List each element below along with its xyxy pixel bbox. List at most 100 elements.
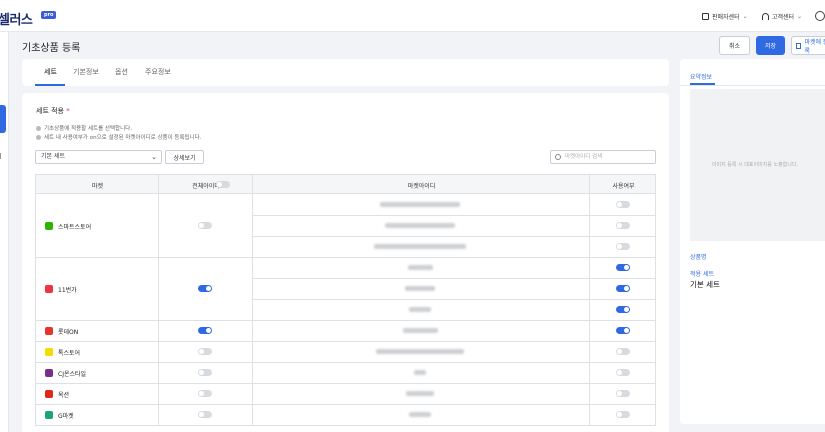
market-name-text: CJ온스타일 <box>58 370 87 378</box>
info-icon <box>36 134 41 140</box>
action-buttons: 취소 저장 마켓에 등록 <box>719 36 825 55</box>
section-title-text: 세트 적용 <box>36 107 64 115</box>
customer-center-menu[interactable]: 고객센터 ⌄ <box>762 12 802 21</box>
table-header: 마켓 전체아이디 마켓아이디 사용여부 <box>35 174 656 194</box>
row-divider <box>252 215 656 216</box>
image-hint: 이미지 등록 시 대표이미지를 노출합니다. <box>711 162 799 168</box>
lotteon-icon <box>45 327 53 335</box>
market-name-text: 롯데ON <box>58 328 79 336</box>
use-toggle[interactable] <box>616 264 630 271</box>
summary-panel: 요약정보 이미지 등록 시 대표이미지를 노출합니다. 상품명 적용 세트 기본… <box>680 59 825 424</box>
group-divider <box>35 257 656 258</box>
save-button[interactable]: 저장 <box>756 36 785 55</box>
tab-options[interactable]: 옵션 <box>115 67 128 77</box>
group-divider <box>35 425 656 426</box>
tab-basic-info[interactable]: 기본정보 <box>73 67 99 77</box>
note-text: 세트 내 사용여부가 on으로 설정된 마켓아이디로 상품이 등록됩니다. <box>44 135 202 141</box>
market-id-value <box>414 370 426 375</box>
set-select-value: 기본 세트 <box>41 153 65 160</box>
section-title: 세트 적용 * <box>36 106 70 116</box>
logo[interactable]: 셀러스 <box>0 9 33 28</box>
note-1: 기초상품에 적용할 세트를 선택합니다. <box>36 124 132 132</box>
use-toggle[interactable] <box>616 390 630 397</box>
all-ids-toggle[interactable] <box>198 348 212 355</box>
rail-item[interactable] <box>0 153 4 159</box>
market-id-value <box>380 202 460 207</box>
tab-key-info[interactable]: 주요정보 <box>145 67 171 77</box>
market-id-value <box>405 286 435 291</box>
use-toggle[interactable] <box>616 369 630 376</box>
row-divider <box>252 236 656 237</box>
headset-icon <box>762 13 769 20</box>
col-divider <box>35 174 36 425</box>
product-name-label: 상품명 <box>690 254 707 261</box>
use-toggle[interactable] <box>616 285 630 292</box>
gmarket-icon <box>45 411 53 419</box>
col-market: 마켓 <box>91 183 104 190</box>
group-divider <box>35 362 656 363</box>
market-register-button[interactable]: 마켓에 등록 <box>791 36 825 55</box>
rail-active-item[interactable] <box>0 105 6 133</box>
set-card: 세트 적용 * 기초상품에 적용할 세트를 선택합니다. 세트 내 사용여부가 … <box>22 93 669 432</box>
use-toggle[interactable] <box>616 306 630 313</box>
market-id-value <box>385 223 455 228</box>
tab-set[interactable]: 세트 <box>44 67 57 77</box>
use-toggle[interactable] <box>616 201 630 208</box>
market-id-value <box>374 244 466 249</box>
external-link-icon <box>796 42 802 49</box>
row-divider <box>252 278 656 279</box>
seller-center-menu[interactable]: 판매자센터 ⌄ <box>702 12 748 21</box>
search-placeholder: 마켓아이디 검색 <box>565 154 603 160</box>
group-divider <box>35 404 656 405</box>
market-name-text: 톡스토어 <box>58 349 81 357</box>
chevron-down-icon: ⌄ <box>151 153 157 161</box>
all-ids-header-toggle[interactable] <box>216 181 230 188</box>
customer-center-label: 고객센터 <box>772 14 795 21</box>
use-toggle[interactable] <box>616 222 630 229</box>
chevron-down-icon: ⌄ <box>797 13 803 20</box>
market-name: 옥션 <box>45 390 69 399</box>
user-avatar-icon[interactable] <box>815 11 825 21</box>
group-divider <box>35 341 656 342</box>
group-divider <box>35 320 656 321</box>
all-ids-toggle[interactable] <box>198 327 212 334</box>
divider <box>680 85 825 86</box>
active-tab-indicator <box>35 84 65 86</box>
required-mark: * <box>66 107 70 115</box>
col-all-ids: 전체아이디 <box>159 181 253 190</box>
market-name: 스마트스토어 <box>45 222 91 231</box>
all-ids-toggle[interactable] <box>198 222 212 229</box>
col-market-id: 마켓아이디 <box>407 183 436 190</box>
all-ids-toggle[interactable] <box>198 285 212 292</box>
summary-tab[interactable]: 요약정보 <box>690 72 712 81</box>
market-name: G마켓 <box>45 411 74 420</box>
use-toggle[interactable] <box>616 348 630 355</box>
market-name-text: 11번가 <box>58 286 77 294</box>
use-toggle[interactable] <box>616 327 630 334</box>
col-divider <box>158 174 159 425</box>
auction-icon <box>45 390 53 398</box>
note-2: 세트 내 사용여부가 on으로 설정된 마켓아이디로 상품이 등록됩니다. <box>36 133 201 141</box>
market-id-search-input[interactable]: 마켓아이디 검색 <box>550 150 656 164</box>
col-divider <box>655 174 656 425</box>
smartstore-icon <box>45 222 53 230</box>
top-bar: 셀러스 pro 판매자센터 ⌄ 고객센터 ⌄ <box>0 0 825 32</box>
group-divider <box>35 383 656 384</box>
row-divider <box>252 299 656 300</box>
all-ids-toggle[interactable] <box>198 411 212 418</box>
market-id-value <box>376 349 464 354</box>
set-select[interactable]: 기본 세트 ⌄ <box>35 150 162 164</box>
use-toggle[interactable] <box>616 411 630 418</box>
image-placeholder: 이미지 등록 시 대표이미지를 노출합니다. <box>690 89 825 241</box>
market-name: 톡스토어 <box>45 348 80 357</box>
detail-button[interactable]: 상세보기 <box>165 150 204 164</box>
all-ids-toggle[interactable] <box>198 369 212 376</box>
note-text: 기초상품에 적용할 세트를 선택합니다. <box>44 126 132 132</box>
page-title: 기초상품 등록 <box>22 43 81 54</box>
market-name: 롯데ON <box>45 327 78 336</box>
use-toggle[interactable] <box>616 243 630 250</box>
cancel-button[interactable]: 취소 <box>719 36 750 55</box>
market-name-text: 옥션 <box>58 391 70 399</box>
talkstore-icon <box>45 348 53 356</box>
all-ids-toggle[interactable] <box>198 390 212 397</box>
